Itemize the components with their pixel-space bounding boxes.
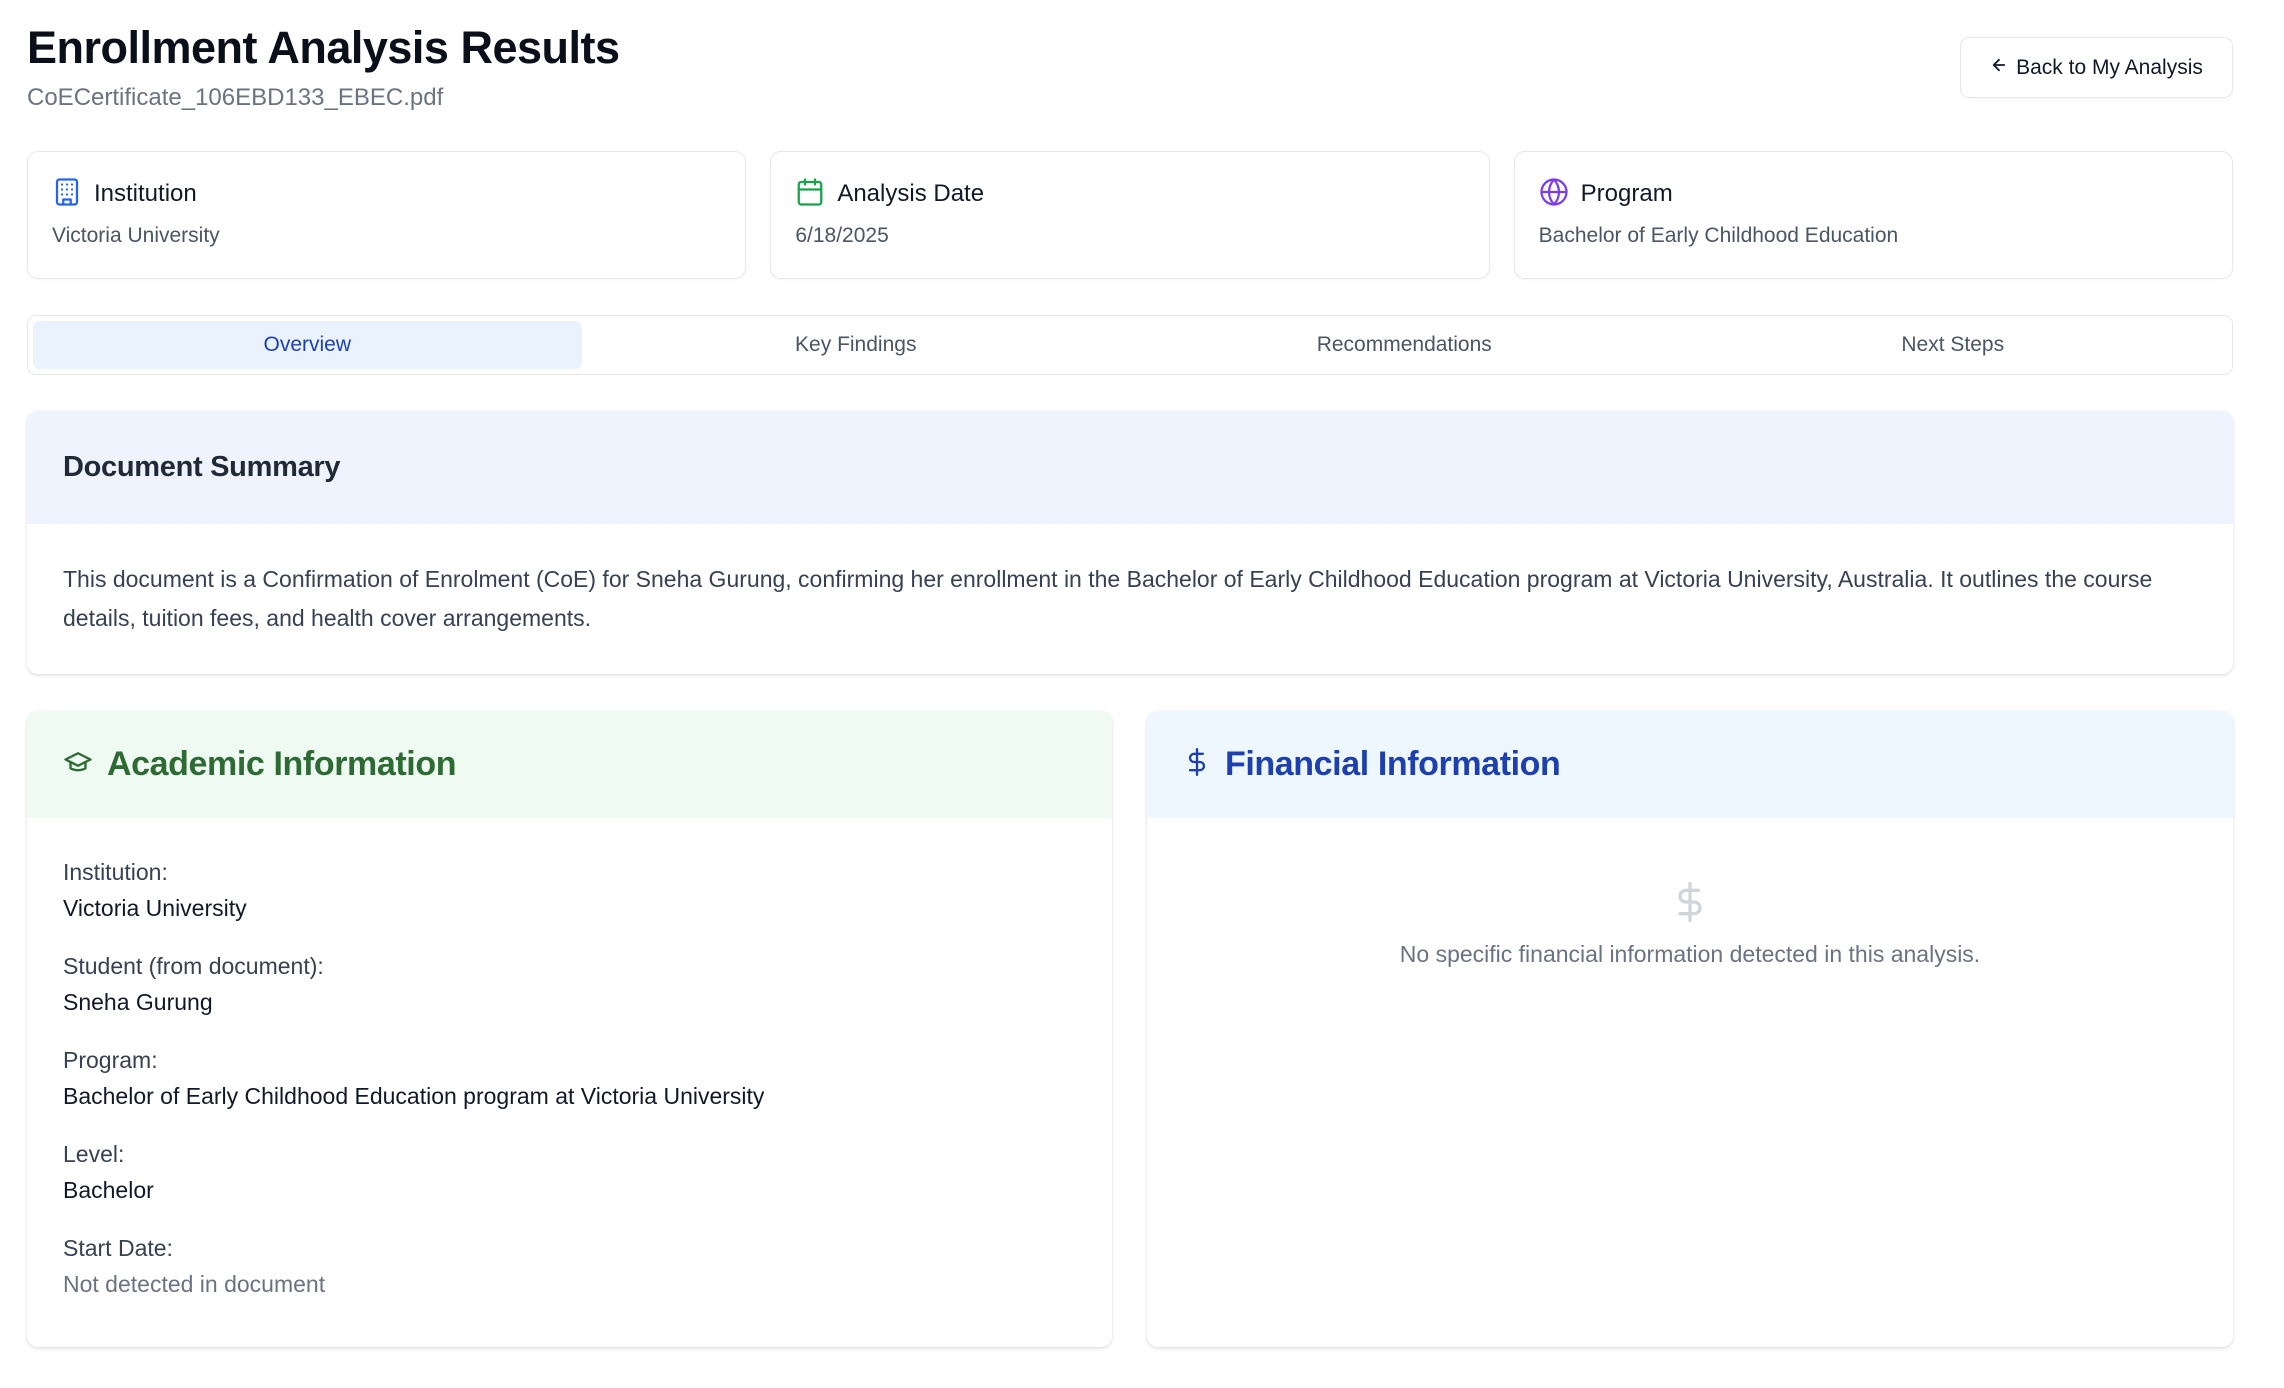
field-institution: Institution: Victoria University bbox=[63, 854, 1076, 926]
tab-next-steps[interactable]: Next Steps bbox=[1679, 321, 2228, 369]
building-icon bbox=[52, 177, 82, 212]
tab-overview[interactable]: Overview bbox=[33, 321, 582, 369]
field-label: Student (from document): bbox=[63, 953, 324, 979]
field-label: Institution: bbox=[63, 859, 168, 885]
tab-recommendations[interactable]: Recommendations bbox=[1130, 321, 1679, 369]
field-label: Level: bbox=[63, 1141, 125, 1167]
financial-information-card: Financial Information No specific financ… bbox=[1147, 711, 2233, 1347]
program-label: Program bbox=[1580, 180, 1673, 207]
financial-information-header: Financial Information bbox=[1147, 711, 2233, 818]
back-to-analysis-button[interactable]: Back to My Analysis bbox=[1960, 37, 2233, 98]
institution-value: Victoria University bbox=[52, 224, 220, 247]
document-summary-text: This document is a Confirmation of Enrol… bbox=[63, 566, 2153, 631]
field-value: Sneha Gurung bbox=[63, 989, 213, 1015]
field-start-date: Start Date: Not detected in document bbox=[63, 1230, 1076, 1302]
academic-information-title: Academic Information bbox=[107, 745, 457, 783]
analysis-date-label: Analysis Date bbox=[837, 180, 985, 207]
dollar-icon bbox=[1183, 747, 1211, 782]
field-student: Student (from document): Sneha Gurung bbox=[63, 948, 1076, 1020]
graduation-cap-icon bbox=[63, 747, 93, 782]
arrow-left-icon bbox=[1990, 56, 2008, 80]
calendar-icon bbox=[795, 177, 825, 212]
dollar-placeholder-icon bbox=[1670, 876, 1710, 933]
page-title: Enrollment Analysis Results bbox=[27, 22, 620, 73]
academic-fields: Institution: Victoria University Student… bbox=[27, 818, 1112, 1302]
field-value: Bachelor of Early Childhood Education pr… bbox=[63, 1083, 765, 1109]
globe-icon bbox=[1539, 177, 1569, 212]
field-label: Start Date: bbox=[63, 1235, 173, 1261]
financial-information-title: Financial Information bbox=[1225, 745, 1561, 783]
academic-information-header: Academic Information bbox=[27, 711, 1112, 818]
tab-bar: Overview Key Findings Recommendations Ne… bbox=[27, 315, 2233, 375]
institution-card: Institution Victoria University bbox=[27, 151, 747, 279]
document-summary-card: Document Summary This document is a Conf… bbox=[27, 411, 2233, 674]
field-program: Program: Bachelor of Early Childhood Edu… bbox=[63, 1042, 1076, 1114]
info-cards: Institution Victoria University Analysis… bbox=[27, 151, 2233, 279]
field-label: Program: bbox=[63, 1047, 158, 1073]
field-value: Bachelor bbox=[63, 1177, 154, 1203]
analysis-date-value: 6/18/2025 bbox=[795, 224, 889, 247]
tab-key-findings[interactable]: Key Findings bbox=[582, 321, 1131, 369]
program-value: Bachelor of Early Childhood Education bbox=[1538, 224, 1899, 247]
file-name: CoECertificate_106EBD133_EBEC.pdf bbox=[27, 84, 444, 111]
field-value: Not detected in document bbox=[63, 1271, 326, 1297]
financial-empty-message: No specific financial information detect… bbox=[1399, 941, 1981, 967]
document-summary-header: Document Summary bbox=[27, 411, 2233, 524]
page-header: Enrollment Analysis Results CoECertifica… bbox=[27, 20, 2233, 120]
field-value: Victoria University bbox=[63, 895, 247, 921]
field-level: Level: Bachelor bbox=[63, 1136, 1076, 1208]
academic-information-card: Academic Information Institution: Victor… bbox=[27, 711, 1112, 1347]
back-button-label: Back to My Analysis bbox=[2016, 55, 2203, 79]
financial-empty-state: No specific financial information detect… bbox=[1147, 818, 2233, 968]
document-summary-title: Document Summary bbox=[63, 451, 341, 483]
program-card: Program Bachelor of Early Childhood Educ… bbox=[1513, 151, 2233, 279]
institution-label: Institution bbox=[94, 180, 197, 207]
analysis-date-card: Analysis Date 6/18/2025 bbox=[770, 151, 1490, 279]
